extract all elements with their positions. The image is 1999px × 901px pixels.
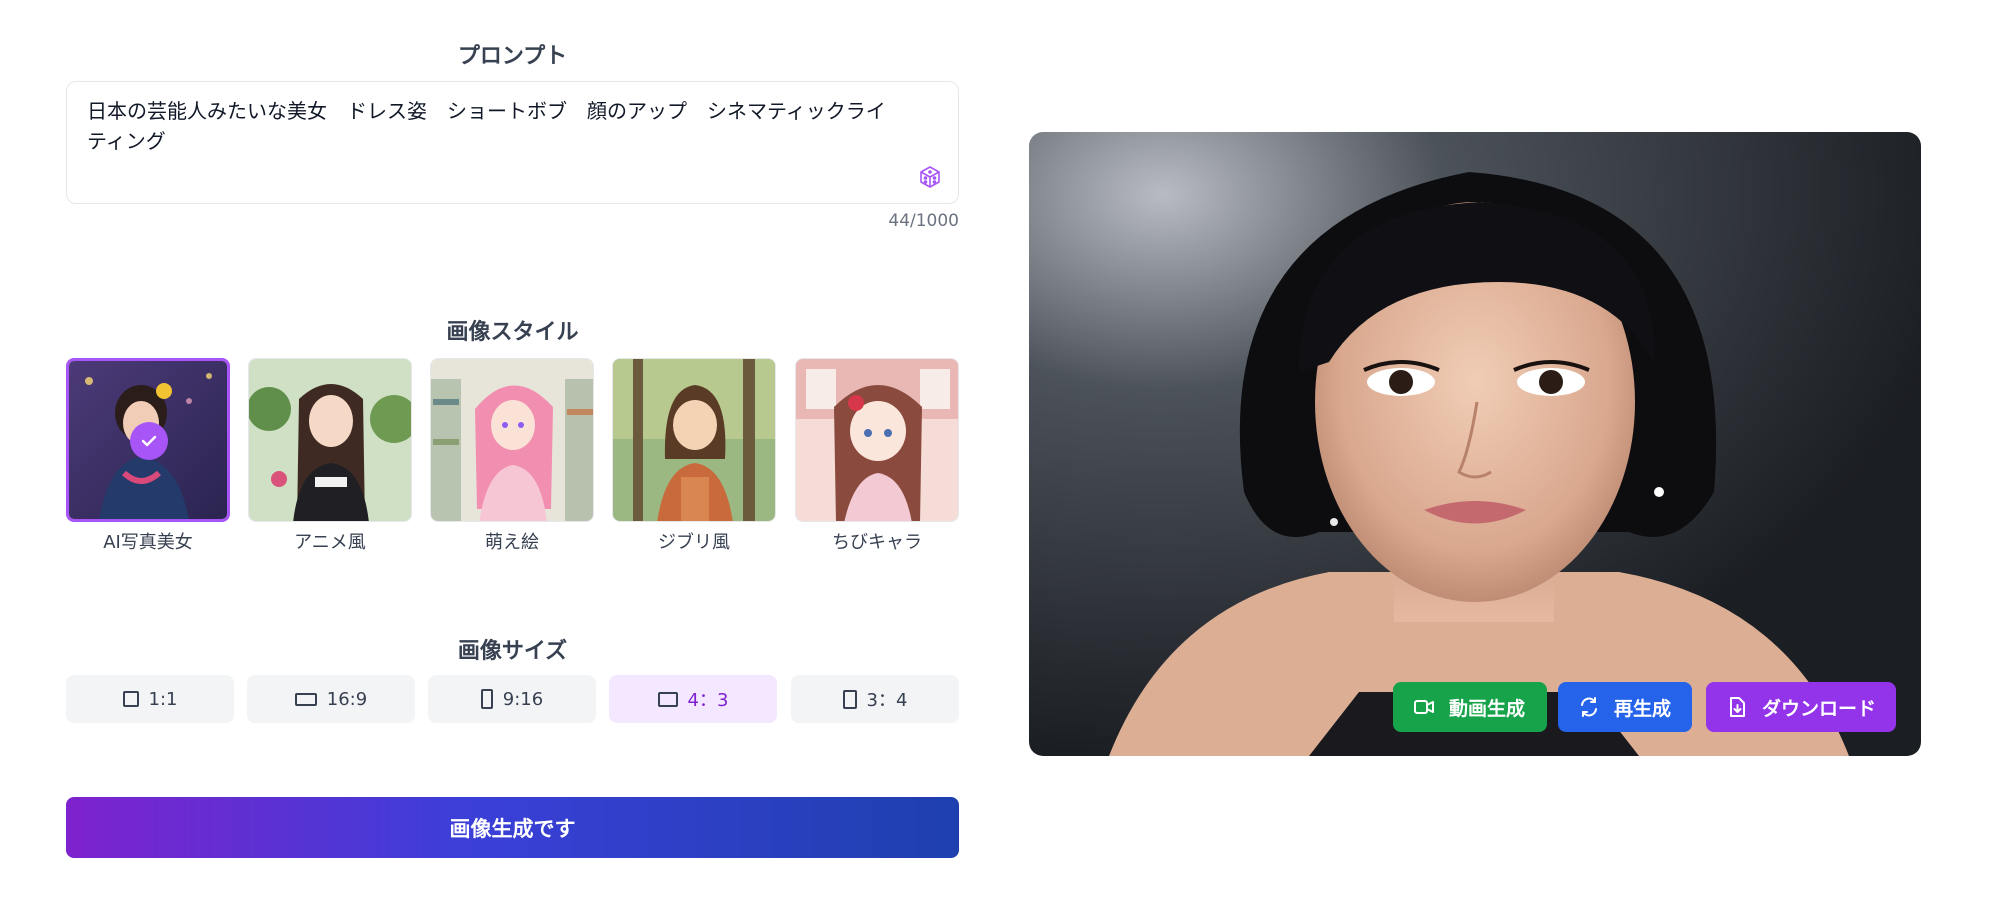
landscape-ratio-icon xyxy=(657,691,678,707)
download-button[interactable]: ダウンロード xyxy=(1706,682,1896,732)
style-card-chibi[interactable]: ちびキャラ xyxy=(795,358,959,554)
refresh-icon xyxy=(1581,697,1597,717)
style-thumbnail xyxy=(612,358,776,522)
style-card-ai-photo[interactable]: AI写真美女 xyxy=(66,358,230,554)
style-label: ジブリ風 xyxy=(658,532,730,553)
style-options: AI写真美女 アニメ風 萌え絵 ジブリ風 ちびキャラ xyxy=(66,358,959,558)
style-card-ghibli[interactable]: ジブリ風 xyxy=(612,358,776,554)
style-thumbnail xyxy=(66,358,230,522)
style-label: ちびキャラ xyxy=(832,532,922,553)
left-panel: プロンプト 日本の芸能人みたいな美女 ドレス姿 ショートボブ 顔のアップ シネマ… xyxy=(66,0,959,901)
size-option-16-9[interactable]: 16:9 xyxy=(247,675,415,723)
size-option-label: 4：3 xyxy=(687,690,729,711)
style-thumbnail xyxy=(430,358,594,522)
size-option-4-3[interactable]: 4：3 xyxy=(609,675,777,723)
prompt-title: プロンプト xyxy=(457,44,568,69)
prompt-textarea[interactable]: 日本の芸能人みたいな美女 ドレス姿 ショートボブ 顔のアップ シネマティックライ… xyxy=(66,81,959,204)
random-dice-icon[interactable] xyxy=(918,165,942,189)
portrait-ratio-icon xyxy=(842,689,857,709)
size-options: 1:1 16:9 9:16 4：3 3：4 xyxy=(66,675,959,723)
video-generate-label: 動画生成 xyxy=(1449,697,1526,720)
style-card-moe[interactable]: 萌え絵 xyxy=(430,358,594,554)
style-label: AI写真美女 xyxy=(103,532,193,553)
size-option-label: 3：4 xyxy=(866,690,908,711)
generated-portrait-image xyxy=(1029,132,1921,756)
style-label: アニメ風 xyxy=(294,532,366,553)
download-label: ダウンロード xyxy=(1762,697,1877,720)
download-file-icon xyxy=(1730,697,1745,717)
style-thumbnail xyxy=(248,358,412,522)
size-option-label: 16:9 xyxy=(326,688,368,710)
landscape-ratio-icon xyxy=(294,692,317,706)
style-title: 画像スタイル xyxy=(446,320,579,345)
video-generate-button[interactable]: 動画生成 xyxy=(1393,682,1547,732)
size-option-label: 1:1 xyxy=(148,688,178,710)
video-icon xyxy=(1414,700,1434,714)
selected-check-icon xyxy=(130,422,168,460)
generated-image-preview: 動画生成 再生成 ダウンロード xyxy=(1029,132,1921,756)
style-card-anime[interactable]: アニメ風 xyxy=(248,358,412,554)
size-title: 画像サイズ xyxy=(457,639,568,664)
square-ratio-icon xyxy=(122,691,139,707)
size-option-3-4[interactable]: 3：4 xyxy=(791,675,959,723)
prompt-text[interactable]: 日本の芸能人みたいな美女 ドレス姿 ショートボブ 顔のアップ シネマティックライ… xyxy=(87,96,887,156)
style-label: 萌え絵 xyxy=(485,532,539,553)
size-option-9-16[interactable]: 9:16 xyxy=(428,675,596,723)
generate-image-button[interactable]: 画像生成です xyxy=(66,797,959,858)
regenerate-label: 再生成 xyxy=(1614,697,1672,720)
regenerate-button[interactable]: 再生成 xyxy=(1558,682,1692,732)
portrait-ratio-icon xyxy=(480,689,493,709)
style-thumbnail xyxy=(795,358,959,522)
size-option-1-1[interactable]: 1:1 xyxy=(66,675,234,723)
char-count: 44/1000 xyxy=(888,211,959,231)
size-option-label: 9:16 xyxy=(502,688,544,710)
